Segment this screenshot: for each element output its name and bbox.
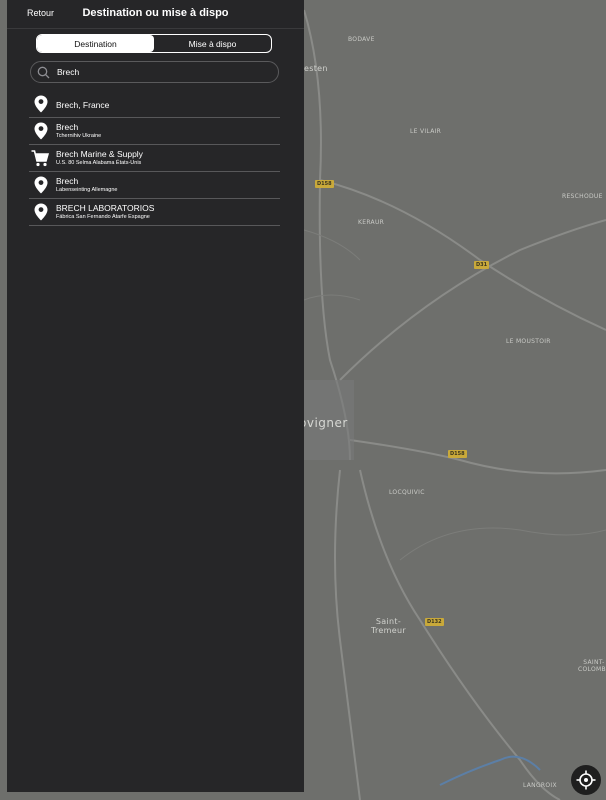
- map-place-label: LE VILAIR: [410, 128, 442, 135]
- panel-header: Retour Destination ou mise à dispo: [7, 0, 304, 29]
- map-place-label: esten: [304, 64, 328, 73]
- shopping-cart-icon: [31, 150, 49, 167]
- location-pin-icon: [34, 203, 48, 221]
- road-number-badge: D158: [315, 180, 334, 188]
- result-item[interactable]: Brech Labenseinting Allemagne: [29, 172, 280, 199]
- result-name: Brech, France: [56, 100, 110, 110]
- crosshair-icon: [576, 770, 596, 790]
- location-pin-icon: [34, 95, 48, 113]
- page-title: Destination ou mise à dispo: [82, 7, 229, 19]
- result-item[interactable]: Brech Tchernihiv Ukraine: [29, 118, 280, 145]
- tab-mise-a-dispo[interactable]: Mise à dispo: [154, 35, 271, 52]
- map-place-label: KERAUR: [358, 219, 385, 226]
- search-results-list: Brech, France Brech Tchernihiv Ukraine B…: [29, 91, 280, 226]
- map-place-label: LOCQUIVIC: [389, 489, 425, 496]
- location-pin-icon: [34, 122, 48, 140]
- map-place-label: RESCHODUE: [562, 193, 603, 200]
- result-name: BRECH LABORATORIOS: [56, 203, 155, 213]
- map-place-label: LE MOUSTOIR: [506, 338, 551, 345]
- map-place-label: BODAVE: [348, 36, 375, 43]
- search-input[interactable]: [57, 65, 267, 79]
- result-name: Brech: [56, 122, 79, 132]
- result-name: Brech Marine & Supply: [56, 149, 143, 159]
- tab-destination[interactable]: Destination: [37, 35, 154, 52]
- map-town-label: ovigner: [299, 416, 348, 430]
- result-subtitle: Fábrica San Fernando Atarfe Espagne: [56, 214, 150, 220]
- result-subtitle: Labenseinting Allemagne: [56, 187, 118, 193]
- result-subtitle: U.S. 80 Selma Alabama États-Unis: [56, 160, 142, 166]
- map-place-label: LANGROIX: [523, 782, 557, 789]
- map-town-label: Saint- Tremeur: [371, 617, 406, 635]
- road-number-badge: D31: [474, 261, 490, 269]
- map-place-label: SAINT- COLOMBE: [578, 659, 606, 673]
- locate-me-button[interactable]: [571, 765, 601, 795]
- result-item[interactable]: Brech, France: [29, 91, 280, 118]
- road-number-badge: D132: [425, 618, 444, 626]
- result-item[interactable]: Brech Marine & Supply U.S. 80 Selma Alab…: [29, 145, 280, 172]
- road-number-badge: D158: [448, 450, 467, 458]
- result-item[interactable]: BRECH LABORATORIOS Fábrica San Fernando …: [29, 199, 280, 226]
- search-icon: [37, 66, 50, 79]
- search-bar: [30, 61, 279, 83]
- location-pin-icon: [34, 176, 48, 194]
- segmented-control: Destination Mise à dispo: [36, 34, 272, 53]
- result-subtitle: Tchernihiv Ukraine: [56, 133, 102, 139]
- result-name: Brech: [56, 176, 79, 186]
- destination-panel: Retour Destination ou mise à dispo Desti…: [7, 0, 304, 792]
